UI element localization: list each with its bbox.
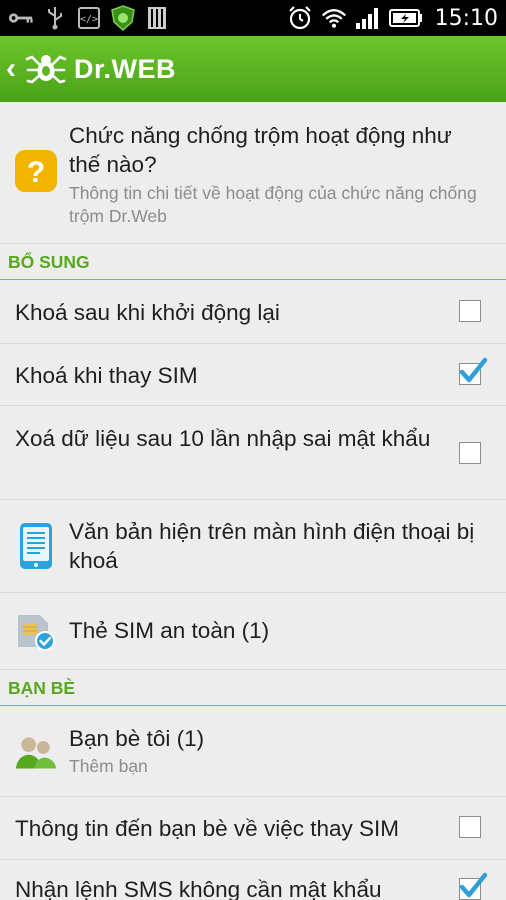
key-icon <box>8 7 34 29</box>
svg-text:</>: </> <box>80 14 98 25</box>
lock-screen-text-item[interactable]: Văn bản hiện trên màn hình điện thoại bị… <box>0 500 506 593</box>
setting-label: Xoá dữ liệu sau 10 lần nhập sai mật khẩu <box>15 426 431 451</box>
clock: 15:10 <box>434 5 498 31</box>
status-bar: </> 15:10 <box>0 0 506 36</box>
usb-icon <box>42 7 68 30</box>
signal-icon <box>355 7 381 29</box>
setting-label: Khoá sau khi khởi động lại <box>15 300 280 325</box>
settings-list: ? Chức năng chống trộm hoạt động như thế… <box>0 102 506 900</box>
my-friends-item[interactable]: Bạn bè tôi (1) Thêm bạn <box>0 706 506 797</box>
drweb-shield-icon <box>110 5 136 31</box>
checkmark-icon <box>459 872 488 898</box>
alarm-icon <box>287 6 313 30</box>
action-bar: ‹ Dr.WEB <box>0 36 506 102</box>
drweb-spider-logo-icon[interactable] <box>24 47 68 91</box>
question-icon: ? <box>14 149 58 193</box>
section-header-friends: BẠN BÈ <box>0 670 506 706</box>
help-item-how-antitheft-works[interactable]: ? Chức năng chống trộm hoạt động như thế… <box>0 102 506 244</box>
setting-lock-after-restart[interactable]: Khoá sau khi khởi động lại <box>0 280 506 344</box>
checkmark-icon <box>459 357 488 383</box>
checkbox-lock-on-sim-change[interactable] <box>459 357 488 385</box>
setting-sms-without-password[interactable]: Nhận lệnh SMS không cần mật khẩu <box>0 860 506 900</box>
app-brand-title: Dr.WEB <box>74 53 177 84</box>
code-icon: </> <box>76 7 102 29</box>
friends-icon <box>14 730 58 774</box>
my-friends-title: Bạn bè tôi (1) <box>69 726 205 751</box>
setting-lock-on-sim-change[interactable]: Khoá khi thay SIM <box>0 344 506 406</box>
wifi-icon <box>321 7 347 29</box>
battery-icon <box>388 7 423 29</box>
help-item-title: Chức năng chống trộm hoạt động như thế n… <box>69 123 452 177</box>
setting-notify-friends-sim-change[interactable]: Thông tin đến bạn bè về việc thay SIM <box>0 797 506 860</box>
add-friend-subtitle: Thêm bạn <box>69 756 148 776</box>
checkbox-wipe-data[interactable] <box>459 442 481 464</box>
phone-text-icon <box>14 523 58 569</box>
svg-text:?: ? <box>27 156 45 189</box>
help-item-subtitle: Thông tin chi tiết về hoạt động của chức… <box>69 183 477 226</box>
lock-screen-text-title: Văn bản hiện trên màn hình điện thoại bị… <box>69 519 475 573</box>
back-button[interactable]: ‹ <box>6 52 22 86</box>
checkbox-sms-without-password[interactable] <box>459 872 488 900</box>
secure-sim-title: Thẻ SIM an toàn (1) <box>69 618 270 643</box>
section-friends-label: BẠN BÈ <box>8 678 76 698</box>
section-header-extra: BỔ SUNG <box>0 244 506 280</box>
storage-icon <box>144 7 170 29</box>
setting-label: Nhận lệnh SMS không cần mật khẩu <box>15 877 382 900</box>
setting-wipe-after-wrong-passwords[interactable]: Xoá dữ liệu sau 10 lần nhập sai mật khẩu <box>0 406 506 500</box>
sim-card-check-icon <box>14 609 58 653</box>
section-extra-label: BỔ SUNG <box>8 252 90 272</box>
setting-label: Khoá khi thay SIM <box>15 363 198 388</box>
setting-label: Thông tin đến bạn bè về việc thay SIM <box>15 816 399 841</box>
checkbox-notify-friends[interactable] <box>459 816 481 838</box>
checkbox-lock-after-restart[interactable] <box>459 300 481 322</box>
secure-sim-item[interactable]: Thẻ SIM an toàn (1) <box>0 593 506 670</box>
